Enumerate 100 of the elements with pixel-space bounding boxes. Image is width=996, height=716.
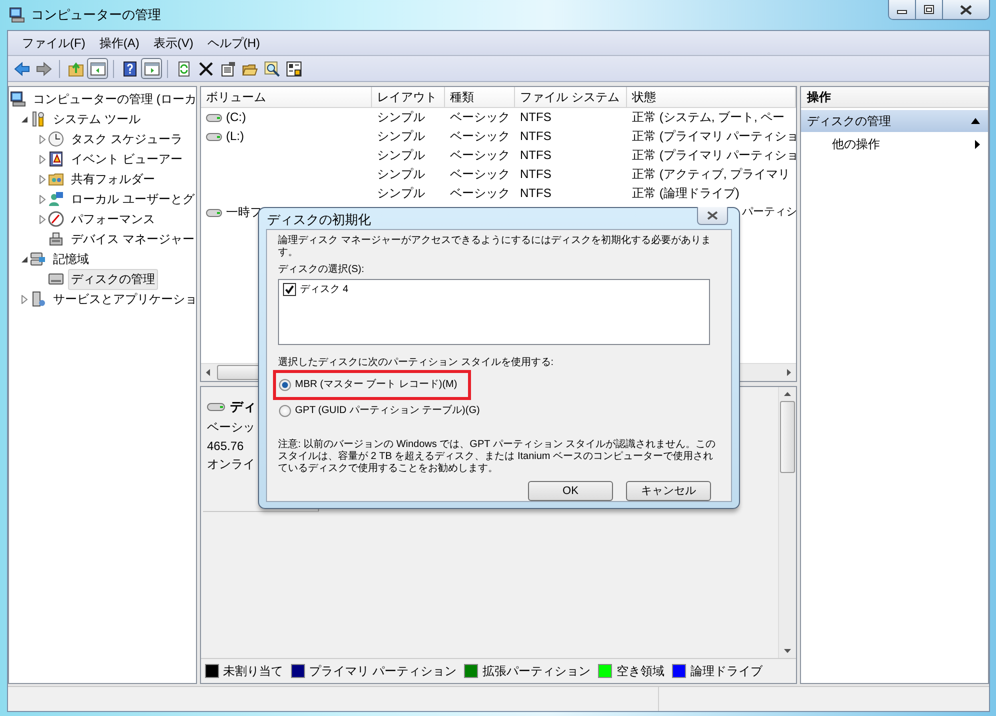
collapse-arrow-icon[interactable] bbox=[20, 116, 28, 122]
folder-up-icon[interactable] bbox=[68, 60, 84, 76]
properties-icon[interactable] bbox=[220, 60, 236, 76]
users-icon bbox=[48, 191, 64, 207]
disk-type: ベーシッ bbox=[207, 419, 255, 436]
tree-item[interactable]: コンピューターの管理 (ローカ bbox=[30, 88, 196, 110]
radio-label[interactable]: MBR (マスター ブート レコード)(M) bbox=[295, 379, 458, 391]
tree-item[interactable]: 記憶域 bbox=[50, 248, 92, 270]
back-arrow-icon[interactable] bbox=[14, 60, 30, 76]
settings-icon[interactable] bbox=[286, 60, 302, 76]
legend-label: プライマリ パーティション bbox=[309, 662, 456, 680]
tree-item[interactable]: タスク スケジューラ bbox=[68, 128, 186, 150]
shared-folder-icon bbox=[48, 171, 64, 187]
table-cell-text: シンプル bbox=[377, 109, 425, 126]
column-header[interactable]: 状態 bbox=[627, 87, 796, 108]
tools-icon bbox=[30, 111, 46, 127]
table-cell-text: 正常 (プライマリ パーティショ bbox=[632, 128, 796, 145]
legend-label: 論理ドライブ bbox=[690, 662, 762, 680]
window-title: コンピューターの管理 bbox=[31, 6, 162, 24]
scrollbar-thumb[interactable] bbox=[780, 401, 795, 473]
menu-item[interactable]: ヘルプ(H) bbox=[201, 32, 266, 54]
storage-icon bbox=[30, 251, 46, 267]
submenu-arrow-icon bbox=[975, 140, 980, 149]
drive-icon bbox=[207, 402, 225, 412]
table-cell-text: ベーシック bbox=[450, 166, 510, 183]
dialog-button[interactable]: OK bbox=[528, 481, 613, 501]
help-icon[interactable] bbox=[122, 60, 138, 76]
actions-section-header[interactable]: ディスクの管理 bbox=[801, 110, 988, 132]
tree-item[interactable]: ディスクの管理 bbox=[68, 268, 158, 290]
field-label: 選択したディスクに次のパーティション スタイルを使用する: bbox=[278, 357, 555, 369]
close-button[interactable] bbox=[697, 207, 728, 225]
tree-item[interactable]: サービスとアプリケーショ bbox=[50, 288, 196, 310]
disk-list[interactable]: ディスク 4 bbox=[278, 279, 710, 345]
minimize-button[interactable] bbox=[889, 0, 916, 19]
legend-label: 拡張パーティション bbox=[482, 662, 590, 680]
radio-button[interactable] bbox=[279, 379, 291, 391]
table-cell-text: NTFS bbox=[520, 109, 552, 126]
list-item[interactable]: ディスク 4 bbox=[300, 284, 348, 296]
disk-status: オンライ bbox=[207, 456, 255, 473]
close-icon bbox=[960, 4, 972, 14]
table-cell-text: NTFS bbox=[520, 185, 552, 202]
expand-arrow-icon[interactable] bbox=[38, 134, 46, 144]
tree-item[interactable]: パフォーマンス bbox=[68, 208, 158, 230]
column-header[interactable]: 種類 bbox=[445, 87, 515, 108]
vertical-scrollbar[interactable] bbox=[778, 387, 796, 658]
legend-label: 未割り当て bbox=[223, 662, 283, 680]
log-book-icon bbox=[48, 151, 64, 167]
column-header[interactable]: レイアウト bbox=[372, 87, 445, 108]
refresh-icon[interactable] bbox=[176, 60, 192, 76]
expand-arrow-icon[interactable] bbox=[38, 214, 46, 224]
maximize-button[interactable] bbox=[916, 0, 943, 19]
tree-item[interactable]: イベント ビューアー bbox=[68, 148, 186, 170]
menu-item[interactable]: ファイル(F) bbox=[16, 32, 92, 54]
maximize-icon bbox=[924, 5, 934, 14]
gauge-icon bbox=[48, 211, 64, 227]
menu-item[interactable]: 表示(V) bbox=[147, 32, 200, 54]
collapse-arrow-icon[interactable] bbox=[20, 256, 28, 262]
pane-icon bbox=[90, 60, 106, 76]
table-cell-text: シンプル bbox=[377, 166, 425, 183]
radio-button[interactable] bbox=[279, 405, 291, 417]
table-cell-text: NTFS bbox=[520, 128, 552, 145]
radio-label[interactable]: GPT (GUID パーティション テーブル)(G) bbox=[295, 405, 480, 417]
forward-arrow-icon[interactable] bbox=[36, 60, 52, 76]
expand-arrow-icon[interactable] bbox=[20, 294, 28, 304]
close-button[interactable] bbox=[943, 0, 989, 19]
expand-arrow-icon[interactable] bbox=[38, 194, 46, 204]
menu-item[interactable]: 操作(A) bbox=[93, 32, 146, 54]
tree-item[interactable]: ローカル ユーザーとグ bbox=[68, 188, 196, 210]
table-cell-text: NTFS bbox=[520, 166, 552, 183]
toggle-button[interactable] bbox=[87, 58, 108, 79]
table-cell-text: NTFS bbox=[520, 147, 552, 164]
table-cell-text: 正常 (論理ドライブ) bbox=[632, 185, 740, 202]
legend-label: 空き領域 bbox=[616, 662, 664, 680]
expand-arrow-icon[interactable] bbox=[38, 174, 46, 184]
tree-item[interactable]: 共有フォルダー bbox=[68, 168, 158, 190]
column-header[interactable]: ファイル システム bbox=[515, 87, 627, 108]
table-cell-text: ベーシック bbox=[450, 147, 510, 164]
column-header[interactable]: ボリューム bbox=[201, 87, 372, 108]
dialog-button[interactable]: キャンセル bbox=[626, 481, 711, 501]
tree-item[interactable]: システム ツール bbox=[50, 108, 144, 130]
computer-icon bbox=[10, 91, 26, 107]
action-item[interactable]: 他の操作 bbox=[801, 132, 988, 153]
magnifier-icon[interactable] bbox=[264, 60, 280, 76]
dialog-title: ディスクの初期化 bbox=[266, 210, 371, 228]
disk-name: ディ bbox=[230, 398, 256, 416]
delete-icon[interactable] bbox=[198, 60, 214, 76]
computer-icon bbox=[9, 7, 25, 23]
checkbox[interactable] bbox=[283, 283, 296, 296]
table-cell-text: パーティシ bbox=[742, 205, 797, 220]
expand-arrow-icon[interactable] bbox=[38, 154, 46, 164]
actions-header: 操作 bbox=[801, 87, 988, 108]
table-cell-text: ベーシック bbox=[450, 109, 510, 126]
table-cell-text: ベーシック bbox=[450, 128, 510, 145]
tree-item[interactable]: デバイス マネージャー bbox=[68, 228, 196, 250]
table-cell-text: 正常 (プライマリ パーティショ bbox=[632, 147, 796, 164]
clock-icon bbox=[48, 131, 64, 147]
toggle-button[interactable] bbox=[141, 58, 162, 79]
field-label: ディスクの選択(S): bbox=[278, 264, 366, 276]
table-cell-text: 正常 (システム, ブート, ペー bbox=[632, 109, 785, 126]
dialog-message: 論理ディスク マネージャーがアクセスできるようにするにはディスクを初期化する必要があります。 bbox=[278, 235, 712, 259]
